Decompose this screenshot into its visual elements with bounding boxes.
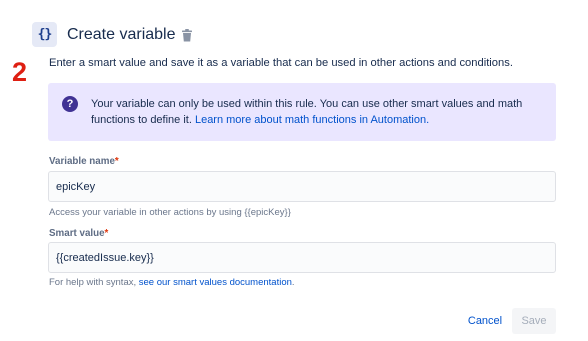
variable-name-input[interactable]: epicKey [48,171,556,202]
curly-braces-icon: {} [32,22,57,47]
smart-value-help: For help with syntax, see our smart valu… [49,277,295,289]
variable-name-label-text: Variable name [49,156,115,167]
smart-values-docs-link[interactable]: see our smart values documentation [139,277,292,288]
info-panel: ? Your variable can only be used within … [48,83,556,141]
cancel-button[interactable]: Cancel [458,308,512,334]
smart-value-help-prefix: For help with syntax, [49,277,139,288]
trash-icon[interactable] [181,29,193,42]
math-functions-link[interactable]: Learn more about math functions in Autom… [195,114,429,126]
smart-value-help-suffix: . [291,277,295,288]
description-text: Enter a smart value and save it as a var… [49,57,513,69]
smart-value-label: Smart value* [49,228,108,240]
smart-value-input[interactable]: {{createdIssue.key}} [48,242,556,273]
save-button[interactable]: Save [512,308,556,334]
required-marker: * [114,156,119,167]
smart-value-label-text: Smart value [49,228,105,239]
variable-name-label: Variable name* [49,156,119,168]
info-text: Your variable can only be used within th… [91,96,541,128]
variable-name-help: Access your variable in other actions by… [49,207,291,218]
step-number-annotation: 2 [12,57,28,87]
required-marker: * [104,228,109,239]
question-mark-icon: ? [62,96,78,112]
page-title: Create variable [67,26,176,43]
